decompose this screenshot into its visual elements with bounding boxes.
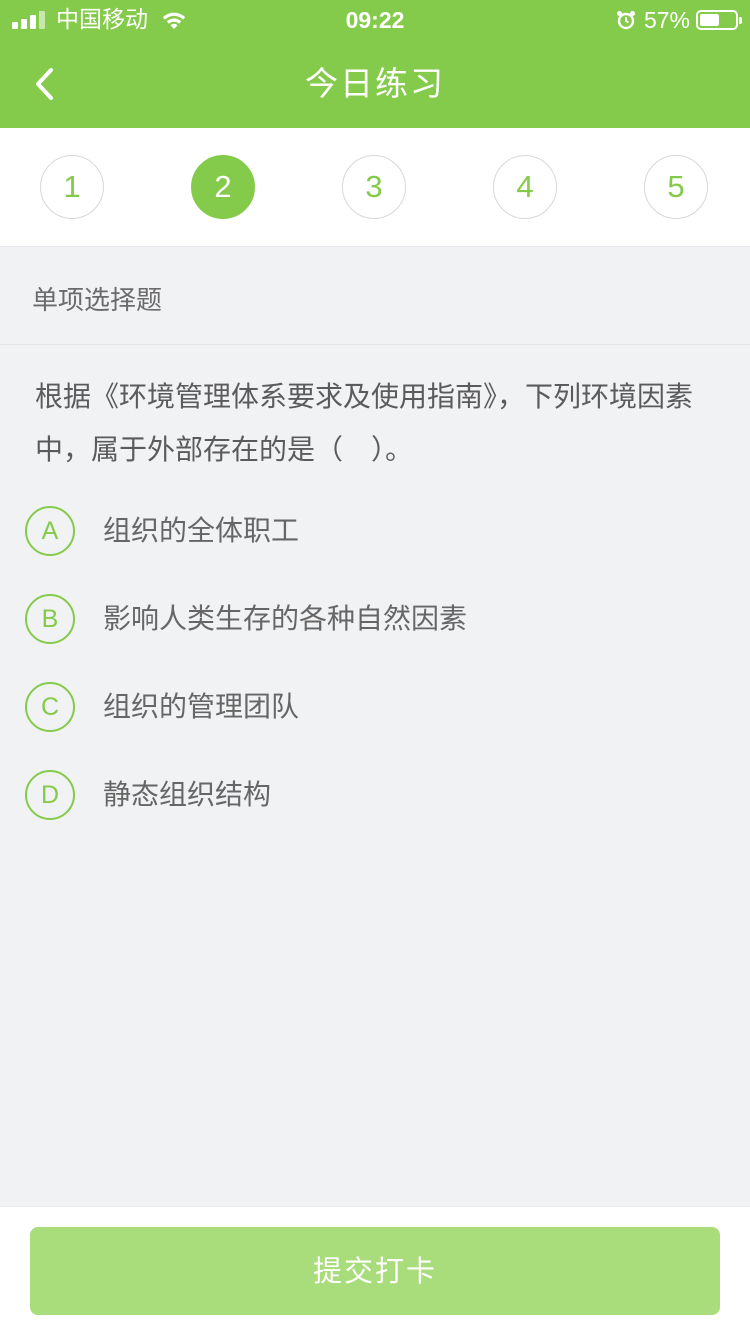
battery-fill — [700, 14, 720, 26]
option-c-text: 组织的管理团队 — [103, 690, 300, 723]
question-step-navigator: 1 2 3 4 5 — [0, 128, 750, 247]
alarm-icon — [616, 10, 636, 30]
step-5[interactable]: 5 — [644, 155, 708, 219]
step-1[interactable]: 1 — [40, 155, 104, 219]
question-type-label: 单项选择题 — [32, 286, 163, 316]
step-3[interactable]: 3 — [342, 155, 406, 219]
wifi-icon — [160, 9, 188, 31]
option-c[interactable]: C 组织的管理团队 — [25, 679, 725, 735]
status-right: 57% — [616, 0, 742, 40]
option-a[interactable]: A 组织的全体职工 — [25, 503, 725, 559]
chevron-left-icon — [34, 66, 56, 102]
option-d-letter: D — [25, 770, 75, 820]
footer-bar: 提交打卡 — [0, 1206, 750, 1335]
signal-icon — [12, 11, 48, 29]
question-type-header: 单项选择题 — [0, 247, 750, 345]
carrier-name: 中国移动 — [56, 7, 148, 33]
question-text: 根据《环境管理体系要求及使用指南》，下列环境因素中，属于外部存在的是（ ）。 — [35, 380, 694, 466]
option-a-text: 组织的全体职工 — [103, 514, 300, 547]
option-b-letter: B — [25, 594, 75, 644]
nav-bar: 今日练习 — [0, 40, 750, 128]
option-a-letter: A — [25, 506, 75, 556]
option-d[interactable]: D 静态组织结构 — [25, 767, 725, 823]
option-b-text: 影响人类生存的各种自然因素 — [103, 602, 468, 635]
header-bar: 中国移动 09:22 57% 今日练习 — [0, 0, 750, 128]
status-left: 中国移动 — [12, 0, 188, 40]
step-4[interactable]: 4 — [493, 155, 557, 219]
submit-checkin-button[interactable]: 提交打卡 — [30, 1227, 720, 1315]
battery-icon — [696, 10, 742, 30]
back-button[interactable] — [20, 56, 70, 112]
status-bar: 中国移动 09:22 57% — [0, 0, 750, 40]
battery-percent: 57% — [643, 7, 690, 33]
option-c-letter: C — [25, 682, 75, 732]
page-title: 今日练习 — [305, 64, 445, 103]
option-d-text: 静态组织结构 — [103, 778, 272, 811]
option-b[interactable]: B 影响人类生存的各种自然因素 — [25, 591, 725, 647]
step-2[interactable]: 2 — [191, 155, 255, 219]
